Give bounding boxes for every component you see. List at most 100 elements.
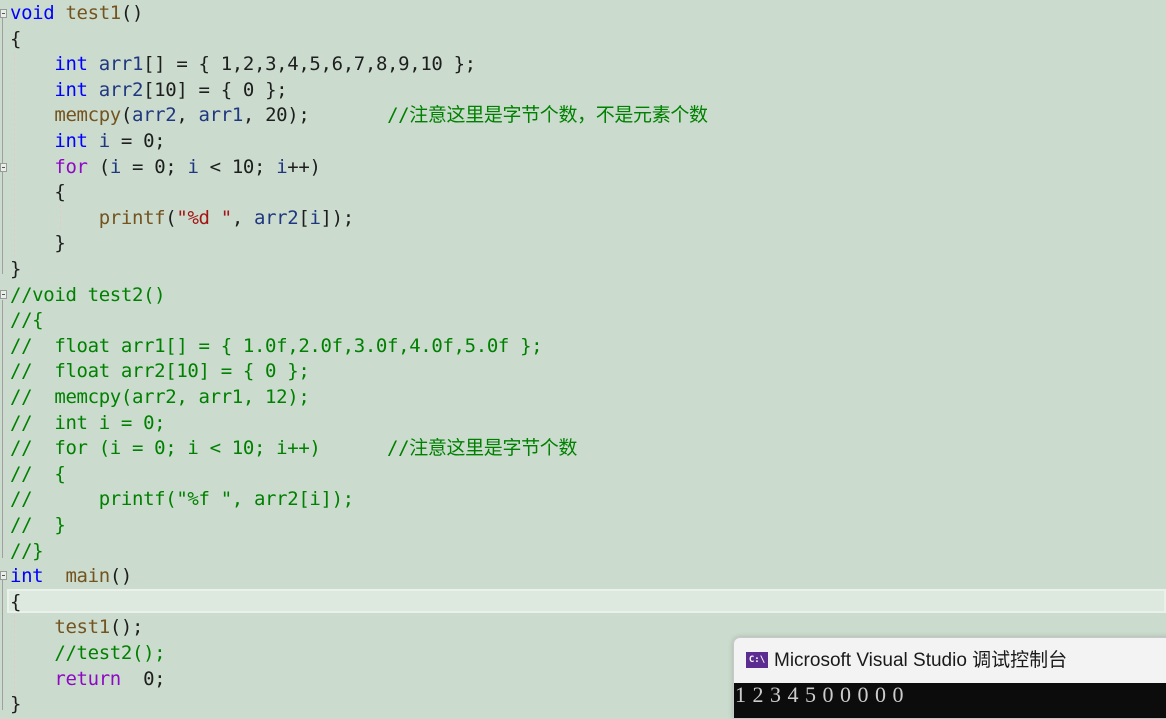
code-line[interactable]: printf("%d ", arr2[i]);	[10, 206, 354, 231]
code-token: // {	[10, 462, 66, 485]
code-line[interactable]: for (i = 0; i < 10; i++)	[10, 155, 321, 180]
code-token: //{	[10, 309, 44, 332]
code-token: }	[10, 693, 22, 716]
console-title-bar[interactable]: C:\ Microsoft Visual Studio 调试控制台	[734, 638, 1166, 683]
code-token: test1	[65, 2, 121, 24]
code-token: i	[309, 206, 321, 229]
code-token: memcpy	[54, 104, 121, 127]
code-token: void	[10, 2, 55, 24]
code-line[interactable]: {	[10, 180, 65, 205]
code-token: ()	[109, 565, 133, 588]
code-token: //void test2()	[10, 283, 166, 306]
code-token: {	[10, 590, 22, 613]
code-token: "%d "	[176, 206, 232, 229]
code-token: // int i = 0;	[10, 411, 166, 434]
code-line[interactable]: test1();	[10, 615, 143, 640]
code-line[interactable]: // float arr1[] = { 1.0f,2.0f,3.0f,4.0f,…	[10, 334, 543, 359]
code-token: int	[54, 78, 88, 101]
code-line[interactable]: //}	[10, 539, 44, 564]
code-token: printf	[98, 206, 166, 229]
code-token: // memcpy(arr2, arr1, 12);	[10, 386, 310, 408]
code-token: i	[98, 130, 110, 152]
code-token: //}	[10, 539, 44, 562]
code-token: arr2	[132, 104, 177, 127]
code-token: = 0;	[109, 130, 166, 152]
console-output: 1 2 3 4 5 0 0 0 0 0	[734, 683, 1166, 718]
code-token: i	[187, 155, 199, 178]
console-app-icon: C:\	[746, 652, 768, 668]
code-line[interactable]: memcpy(arr2, arr1, 20); //注意这里是字节个数，不是元素…	[10, 103, 708, 128]
code-line[interactable]: {	[10, 27, 21, 52]
code-token: // printf("%f ", arr2[i]);	[10, 488, 354, 511]
code-line[interactable]: {	[10, 590, 21, 615]
code-line[interactable]: // {	[10, 462, 66, 487]
code-token: for	[54, 155, 88, 178]
code-line[interactable]: // int i = 0;	[10, 411, 166, 436]
code-token: ();	[109, 616, 144, 639]
code-line[interactable]: int arr2[10] = { 0 };	[10, 78, 287, 103]
code-token: ++)	[287, 155, 321, 178]
code-token: = 0;	[120, 155, 188, 178]
code-line[interactable]: }	[10, 257, 21, 282]
code-line[interactable]: // printf("%f ", arr2[i]);	[10, 487, 354, 512]
code-line[interactable]: }	[10, 231, 65, 256]
code-line[interactable]: // for (i = 0; i < 10; i++) //注意这里是字节个数	[10, 436, 577, 461]
code-line[interactable]: // memcpy(arr2, arr1, 12);	[10, 385, 310, 410]
outline-bar-test2	[2, 300, 3, 558]
code-token: arr2	[98, 78, 144, 101]
code-token: , 20);	[242, 104, 388, 127]
code-token: }	[10, 258, 22, 280]
debug-console-window[interactable]: C:\ Microsoft Visual Studio 调试控制台 1 2 3 …	[733, 637, 1166, 719]
code-line[interactable]: // }	[10, 513, 66, 538]
code-token: ()	[120, 2, 144, 24]
code-token: i	[276, 155, 288, 178]
fold-toggle-icon[interactable]	[0, 9, 7, 18]
outline-bar-main	[2, 580, 3, 710]
code-token: arr1	[198, 104, 244, 127]
code-line[interactable]: //test2();	[10, 641, 165, 666]
code-token: [	[298, 206, 310, 229]
code-line[interactable]: return 0;	[10, 667, 165, 692]
code-line[interactable]: void test1()	[10, 1, 143, 26]
fold-toggle-icon[interactable]	[0, 163, 7, 172]
code-token: int	[10, 565, 44, 588]
fold-toggle-icon[interactable]	[0, 571, 7, 580]
outline-bar-test1	[2, 12, 3, 274]
code-token: 0;	[120, 667, 166, 690]
code-token: {	[10, 27, 22, 50]
code-token: }	[10, 232, 66, 255]
code-token: int	[54, 130, 88, 152]
code-token: {	[10, 181, 66, 204]
code-token: [] = { 1,2,3,4,5,6,7,8,9,10 };	[143, 53, 476, 76]
code-editor[interactable]: void test1(){ int arr1[] = { 1,2,3,4,5,6…	[0, 0, 1166, 715]
code-token: (	[165, 206, 177, 229]
code-token: < 10;	[198, 155, 277, 178]
code-token: ,	[176, 104, 199, 127]
code-token: return	[54, 667, 121, 690]
code-line[interactable]: }	[10, 692, 21, 717]
code-line[interactable]: //void test2()	[10, 283, 166, 308]
code-token: arr2	[254, 206, 299, 229]
code-token: test1	[54, 616, 110, 639]
code-token: ,	[231, 206, 254, 229]
console-title: Microsoft Visual Studio 调试控制台	[774, 650, 1068, 671]
code-line[interactable]: // float arr2[10] = { 0 };	[10, 359, 310, 384]
code-line[interactable]: int i = 0;	[10, 129, 165, 154]
code-line[interactable]: //{	[10, 308, 44, 333]
code-line[interactable]: int arr1[] = { 1,2,3,4,5,6,7,8,9,10 };	[10, 52, 476, 77]
code-line[interactable]: int main()	[10, 564, 132, 589]
fold-toggle-icon[interactable]	[0, 290, 7, 299]
